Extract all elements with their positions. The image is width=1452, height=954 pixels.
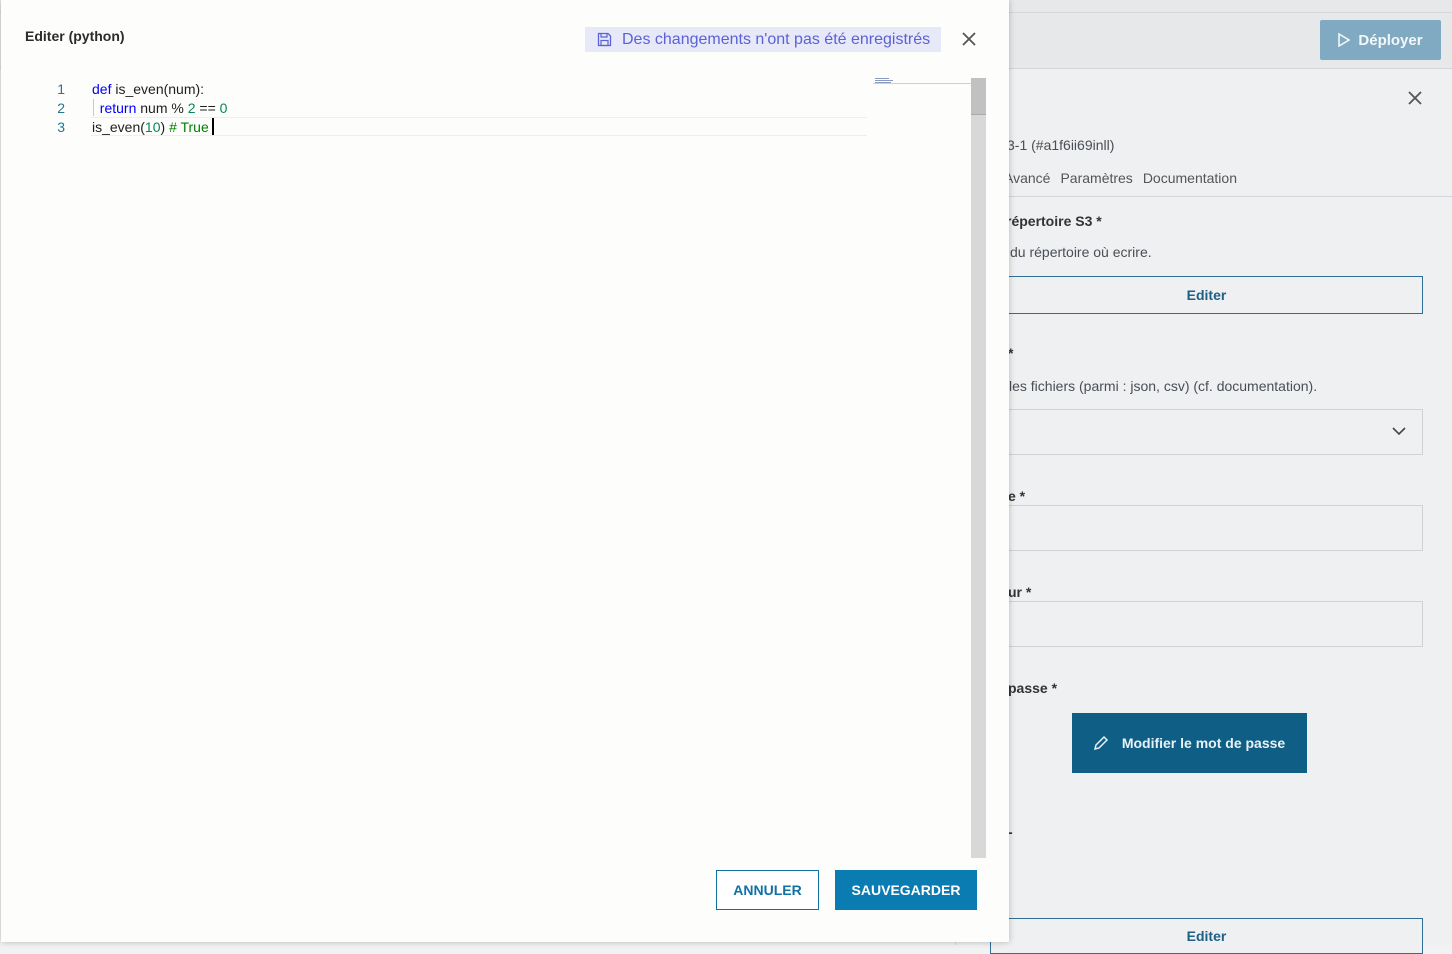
minimap-line — [875, 80, 893, 81]
deploy-label: Déployer — [1358, 31, 1423, 49]
format-description: les fichiers (parmi : json, csv) (cf. do… — [1009, 378, 1318, 394]
modal-title: Editer (python) — [25, 28, 125, 44]
field3-label: e * — [1008, 488, 1026, 504]
deploy-button[interactable]: Déployer — [1320, 20, 1441, 60]
pencil-icon — [1093, 735, 1109, 751]
floppy-disk-icon — [597, 32, 612, 47]
code-line[interactable]: is_even(10) # True — [92, 119, 209, 135]
code-editor[interactable]: 1 2 3 def is_even(num): return num % 2 =… — [25, 78, 986, 858]
tab-avance[interactable]: Avancé — [1004, 170, 1050, 186]
vertical-scrollbar[interactable] — [971, 78, 986, 858]
s3-directory-label: répertoire S3 * — [1006, 213, 1102, 229]
tab-documentation[interactable]: Documentation — [1143, 170, 1237, 186]
close-icon[interactable] — [959, 29, 979, 49]
code-line[interactable]: def is_even(num): — [92, 81, 204, 97]
line-number: 3 — [57, 119, 65, 135]
s3-directory-description: du répertoire où ecrire. — [1010, 244, 1152, 260]
panel-tabs: Avancé Paramètres Documentation — [1004, 170, 1237, 186]
cancel-button[interactable]: ANNULER — [716, 870, 819, 910]
field3-input[interactable] — [990, 505, 1423, 551]
edit-button-2[interactable]: Editer — [990, 918, 1423, 954]
scrollbar-thumb[interactable] — [971, 78, 986, 115]
close-icon[interactable] — [1406, 89, 1424, 107]
save-button[interactable]: SAUVEGARDER — [835, 870, 977, 910]
text-cursor — [212, 118, 214, 135]
tab-parametres[interactable]: Paramètres — [1060, 170, 1132, 186]
format-select[interactable] — [990, 409, 1423, 455]
user-input[interactable] — [990, 601, 1423, 647]
change-password-button[interactable]: Modifier le mot de passe — [1072, 713, 1307, 773]
edit-button[interactable]: Editer — [990, 276, 1423, 314]
chevron-down-icon — [1392, 427, 1406, 436]
minimap[interactable] — [873, 78, 971, 86]
line-number: 2 — [57, 100, 65, 116]
password-label: passe * — [1008, 680, 1058, 696]
node-id: 3-1 (#a1f6ii69inll) — [1007, 137, 1115, 153]
unsaved-changes-badge: Des changements n'ont pas été enregistré… — [585, 27, 941, 52]
user-label: ur * — [1008, 584, 1032, 600]
minimap-line — [875, 78, 889, 79]
minimap-viewport-line — [873, 83, 971, 84]
unsaved-changes-text: Des changements n'ont pas été enregistré… — [622, 30, 931, 48]
code-editor-modal: Editer (python) Des changements n'ont pa… — [1, 0, 1009, 942]
play-icon — [1338, 33, 1351, 47]
change-password-label: Modifier le mot de passe — [1121, 734, 1286, 751]
code-line[interactable]: return num % 2 == 0 — [92, 100, 228, 116]
tabs-divider — [955, 196, 1452, 197]
line-number: 1 — [57, 81, 65, 97]
